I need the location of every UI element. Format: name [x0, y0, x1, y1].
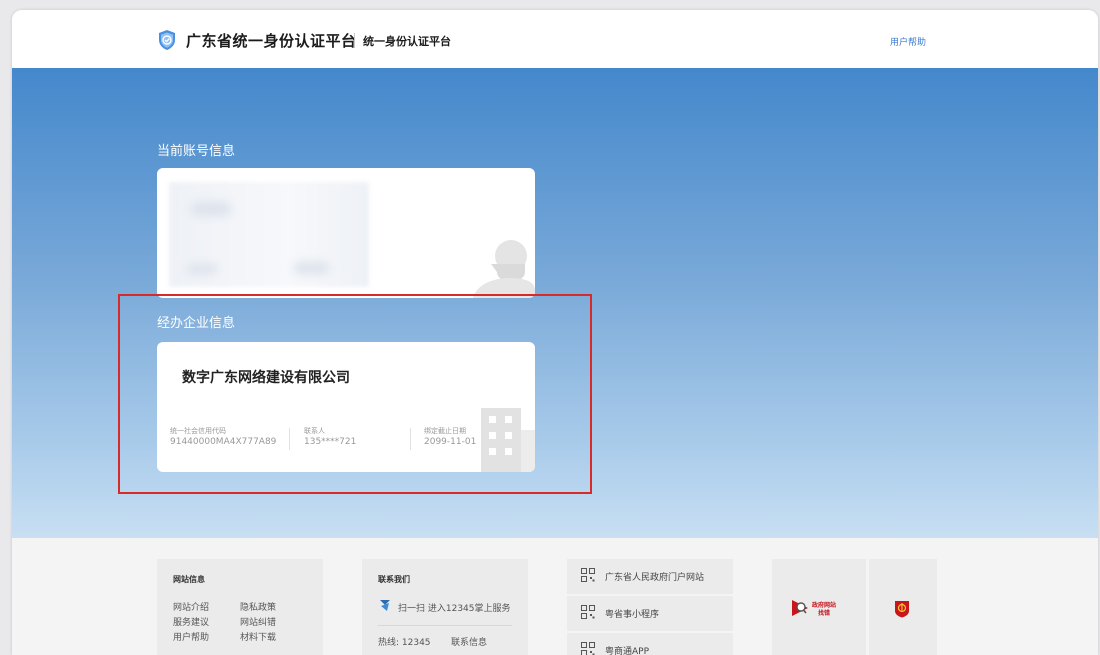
qr-code-icon: [581, 642, 595, 655]
party-emblem-badge[interactable]: [869, 559, 937, 655]
account-card[interactable]: [157, 168, 535, 298]
qr-code-icon: [581, 568, 595, 582]
contact-info-link[interactable]: 联系信息: [451, 635, 487, 648]
top-header: 广东省统一身份认证平台 统一身份认证平台 用户帮助: [12, 10, 1098, 68]
qr-link-label: 粤商通APP: [605, 647, 650, 655]
service-12345-icon: [380, 600, 390, 611]
qr-link-gov-portal[interactable]: 广东省人民政府门户网站: [567, 559, 733, 594]
title-divider: [354, 33, 355, 48]
site-subtitle: 统一身份认证平台: [363, 35, 451, 48]
hotline-text: 热线: 12345: [378, 638, 431, 648]
user-help-link[interactable]: 用户帮助: [890, 35, 926, 48]
badge-line-2: 找错: [818, 610, 831, 617]
site-title: 广东省统一身份认证平台: [186, 32, 357, 50]
magnifier-icon: [792, 600, 808, 616]
contact-divider: [378, 625, 512, 626]
site-info-panel: 网站信息 网站介绍 隐私政策 服务建议 网站纠错 用户帮助 材料下载: [157, 559, 323, 655]
account-section-label: 当前账号信息: [157, 144, 236, 159]
link-service-suggestions[interactable]: 服务建议: [173, 615, 209, 628]
qr-code-icon: [581, 605, 595, 619]
link-material-download[interactable]: 材料下载: [240, 630, 276, 643]
link-user-help[interactable]: 用户帮助: [173, 630, 209, 643]
badge-line-1: 政府网站: [812, 602, 837, 609]
shield-logo-icon: [159, 30, 175, 50]
link-privacy-policy[interactable]: 隐私政策: [240, 600, 276, 613]
qr-link-yueshengshi[interactable]: 粤省事小程序: [567, 596, 733, 631]
qr-link-label: 广东省人民政府门户网站: [605, 573, 705, 583]
site-info-title: 网站信息: [173, 575, 205, 584]
enterprise-highlight-box: [118, 294, 592, 494]
contact-title: 联系我们: [378, 575, 410, 584]
scan-12345-link[interactable]: 扫一扫 进入12345掌上服务: [398, 601, 511, 614]
qr-link-label: 粤省事小程序: [605, 610, 660, 620]
user-avatar-icon: [473, 240, 535, 298]
qr-links-panel: 广东省人民政府门户网站 粤省事小程序 粤商通APP: [567, 559, 733, 655]
gov-error-report-badge[interactable]: 政府网站 找错: [772, 559, 866, 655]
site-footer: 网站信息 网站介绍 隐私政策 服务建议 网站纠错 用户帮助 材料下载 联系我们 …: [12, 538, 1098, 655]
link-site-error-report[interactable]: 网站纠错: [240, 615, 276, 628]
blurred-account-details: [169, 182, 369, 287]
browser-frame: 广东省统一身份认证平台 统一身份认证平台 用户帮助 当前账号信息 经办企业信息 …: [12, 10, 1098, 655]
link-site-intro[interactable]: 网站介绍: [173, 600, 209, 613]
contact-panel: 联系我们 扫一扫 进入12345掌上服务 热线: 12345 联系信息: [362, 559, 528, 655]
qr-link-yueshangtong[interactable]: 粤商通APP: [567, 633, 733, 655]
party-emblem-icon: [895, 601, 909, 618]
